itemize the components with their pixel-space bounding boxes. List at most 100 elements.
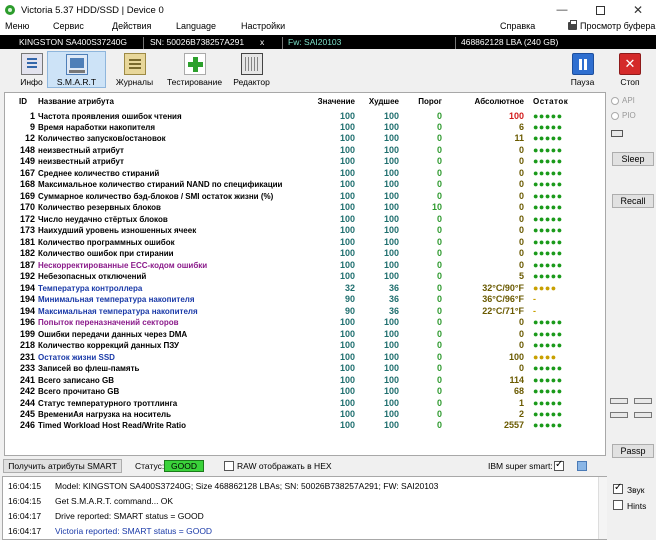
table-row[interactable]: 181 Количество программных ошибок 100 100 0 0… — [5, 237, 605, 249]
table-row[interactable]: 169 Суммарное количество бэд-блоков / SMI… — [5, 191, 605, 203]
menu-help[interactable]: Справка — [500, 21, 535, 31]
table-row[interactable]: 149 неизвестный атрибут 100 100 0 0 ●●●●● — [5, 156, 605, 168]
pio-radio[interactable]: PIO — [611, 111, 636, 120]
journals-tab[interactable]: Журналы — [105, 51, 164, 88]
table-row[interactable]: 199 Ошибки передачи данных через DMA 100 10… — [5, 328, 605, 341]
raw-hex-checkbox[interactable] — [224, 461, 234, 471]
header-remaining[interactable]: Остаток — [533, 96, 568, 108]
attr-remaining: ●●●●● — [533, 179, 563, 190]
attr-threshold: 0 — [436, 213, 442, 224]
device-bar[interactable]: KINGSTON SA400S37240G SN: 50026B738257A2… — [0, 35, 656, 49]
sleep-button[interactable]: Sleep — [612, 152, 654, 166]
header-threshold[interactable]: Порог — [399, 96, 442, 108]
color-swatch[interactable] — [577, 461, 587, 471]
minimize-button[interactable]: — — [543, 0, 581, 20]
attr-value: 100 — [339, 259, 355, 270]
table-row[interactable]: 148 неизвестный атрибут 100 100 0 0 ●●●●● — [5, 145, 605, 157]
table-row[interactable]: 194 Минимальная температура накопителя 90 3… — [5, 294, 605, 306]
close-button[interactable]: ✕ — [619, 0, 656, 20]
table-row[interactable]: 242 Всего прочитано GB 100 100 0 68 ●●●●● — [5, 386, 605, 398]
table-row[interactable]: 167 Среднее количество стираний 100 100 0 0 ●●… — [5, 168, 605, 180]
window-title: Victoria 5.37 HDD/SSD | Device 0 — [21, 4, 164, 16]
table-row[interactable]: 194 Температура контроллера 32 36 0 32°C/90°F… — [5, 282, 605, 295]
attr-remaining: ●●●● — [533, 282, 557, 293]
menu-actions[interactable]: Действия — [112, 21, 151, 31]
testing-tab[interactable]: Тестирование — [165, 51, 224, 88]
editor-tab[interactable]: Редактор — [222, 51, 281, 88]
attr-name: Количество ошибок при стирании — [38, 249, 174, 259]
attr-value: 100 — [339, 225, 355, 236]
table-row[interactable]: 182 Количество ошибок при стирании 100 100 0… — [5, 248, 605, 260]
attr-threshold: 0 — [436, 351, 442, 362]
menu-bar: Меню Сервис Действия Language Настройки … — [0, 20, 656, 35]
log-scrollbar[interactable] — [598, 477, 607, 539]
get-smart-button[interactable]: Получить атрибуты SMART — [3, 459, 122, 473]
attr-name: Timed Workload Host Read/Write Ratio — [38, 421, 187, 431]
menu-language[interactable]: Language — [176, 21, 216, 31]
table-row[interactable]: 218 Количество коррекций данных ПЗУ 100 100… — [5, 340, 605, 352]
small-toggle-button[interactable] — [611, 130, 623, 137]
table-row[interactable]: 231 Остаток жизни SSD 100 100 0 100 ●●●● — [5, 351, 605, 364]
attr-worst: 100 — [383, 397, 399, 408]
maximize-button[interactable] — [581, 0, 619, 20]
attr-threshold: 0 — [436, 328, 442, 339]
table-row[interactable]: 9 Время наработки накопителя 100 100 0 6 ●●●●● — [5, 121, 605, 134]
table-row[interactable]: 196 Попыток переназначений секторов 100 100… — [5, 317, 605, 329]
table-row[interactable]: 187 Нескорректированные ECC-кодом ошибки 1… — [5, 259, 605, 272]
stop-button[interactable]: Стоп — [604, 51, 656, 88]
header-absolute[interactable]: Абсолютное — [442, 96, 524, 108]
table-row[interactable]: 241 Всего записано GB 100 100 0 114 ●●●●● — [5, 375, 605, 387]
ibm-super-smart-checkbox[interactable] — [554, 459, 564, 471]
table-row[interactable]: 245 ВремениАя нагрузка на носитель 100 100 0… — [5, 409, 605, 421]
attr-remaining: ●●●●● — [533, 248, 563, 259]
table-row[interactable]: 170 Количество резервных блоков 100 100 10 0 ●… — [5, 202, 605, 214]
mini-slot-2[interactable] — [634, 398, 652, 404]
pause-icon — [571, 53, 594, 75]
menu-settings[interactable]: Настройки — [241, 21, 285, 31]
table-row[interactable]: 12 Количество запусков/остановок 100 100 0 11… — [5, 133, 605, 145]
attr-absolute: 2557 — [503, 420, 524, 431]
table-row[interactable]: 1 Частота проявления ошибок чтения 100 100 0… — [5, 110, 605, 123]
recall-button[interactable]: Recall — [612, 194, 654, 208]
table-row[interactable]: 173 Наихудший уровень изношенных ячеек 100… — [5, 225, 605, 237]
header-worst[interactable]: Худшее — [355, 96, 399, 108]
attr-worst: 36 — [388, 305, 399, 316]
table-row[interactable]: 192 Небезопасных отключений 100 100 0 5 ●●●●● — [5, 271, 605, 283]
attr-absolute: 36°C/96°F — [482, 294, 524, 305]
attr-id: 172 — [19, 213, 35, 224]
table-row[interactable]: 172 Число неудачно стёртых блоков 100 100 0 0… — [5, 213, 605, 226]
mini-slot-1[interactable] — [610, 398, 628, 404]
log-message: Victoria reported: SMART status = GOOD — [55, 526, 213, 536]
attr-absolute: 5 — [518, 271, 524, 282]
attr-value: 100 — [339, 340, 355, 351]
attr-remaining: ●●●●● — [533, 317, 563, 328]
table-row[interactable]: 244 Статус температурного троттлинга 100 10… — [5, 397, 605, 410]
mini-slot-3[interactable] — [610, 412, 628, 418]
mini-slot-4[interactable] — [634, 412, 652, 418]
attr-id: 9 — [29, 121, 35, 132]
table-row[interactable]: 233 Записей во флеш-память 100 100 0 0 ●●●●● — [5, 363, 605, 375]
attr-worst: 100 — [383, 213, 399, 224]
menu-main[interactable]: Меню — [5, 21, 29, 31]
header-name[interactable]: Название атрибута — [38, 96, 114, 108]
passp-button[interactable]: Passp — [612, 444, 654, 458]
attr-id: 233 — [19, 363, 35, 374]
menu-service[interactable]: Сервис — [53, 21, 84, 31]
header-value[interactable]: Значение — [301, 96, 355, 108]
attr-worst: 100 — [383, 340, 399, 351]
attr-worst: 100 — [383, 110, 399, 121]
journal-icon — [123, 53, 146, 75]
attr-remaining: ●●●●● — [533, 133, 563, 144]
table-row[interactable]: 246 Timed Workload Host Read/Write Ratio 1… — [5, 420, 605, 432]
table-row[interactable]: 168 Максимальное количество стираний NAND… — [5, 179, 605, 191]
hints-checkbox[interactable] — [613, 500, 623, 510]
attr-id: 168 — [19, 179, 35, 190]
buffer-view-button[interactable]: Просмотр буфера — [568, 20, 655, 31]
smart-tab[interactable]: S.M.A.R.T — [47, 51, 106, 88]
table-row[interactable]: 194 Максимальная температура накопителя 90… — [5, 305, 605, 318]
device-close[interactable]: x — [260, 37, 264, 47]
attr-remaining: - — [533, 294, 537, 305]
log-line: 16:04:17 Drive reported: SMART status = G… — [3, 510, 603, 522]
api-radio[interactable]: API — [611, 96, 635, 105]
sound-checkbox[interactable] — [613, 482, 623, 494]
